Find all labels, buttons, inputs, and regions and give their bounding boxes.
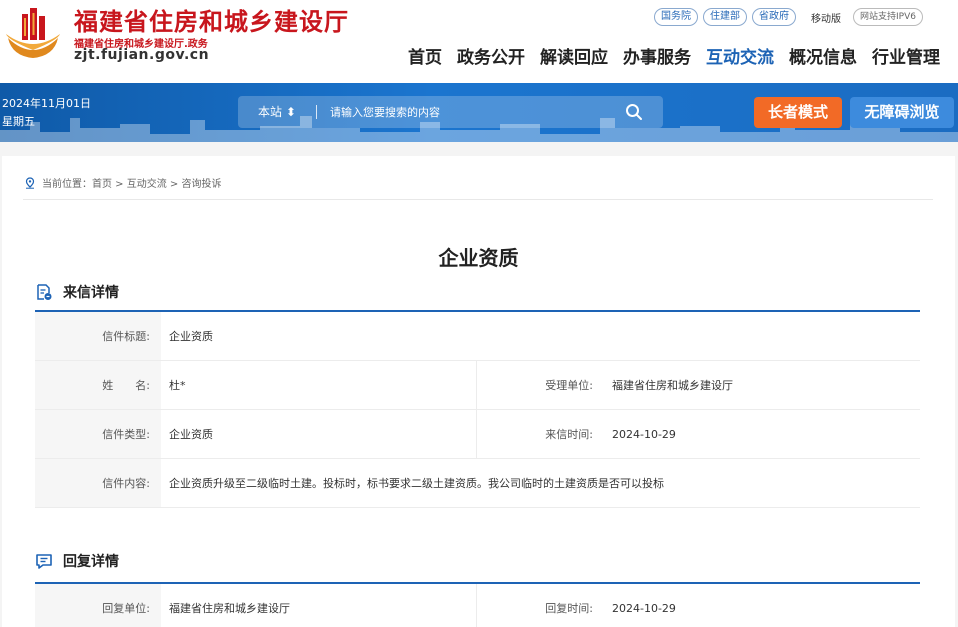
page-title: 企业资质 [438, 246, 519, 270]
type-value: 企业资质 [161, 410, 477, 458]
date-text: 2024年11月01日 [2, 97, 91, 110]
weekday-text: 星期五 [2, 115, 35, 128]
time-label: 来信时间: [477, 410, 604, 458]
logo-icon[interactable] [4, 4, 62, 60]
letter-row-name: 姓 名: 杜* 受理单位: 福建省住房和城乡建设厅 [35, 361, 920, 410]
nav-home[interactable]: 首页 [408, 43, 442, 68]
reply-time-value: 2024-10-29 [612, 602, 676, 615]
ipv6-badge: 网站支持IPV6 [853, 8, 923, 26]
search-box: 本站 ⬍ [238, 96, 663, 128]
search-divider [316, 105, 317, 119]
search-scope-select[interactable]: 本站 ⬍ [258, 96, 296, 128]
name-label: 姓 名: [35, 361, 161, 409]
site-title[interactable]: 福建省住房和城乡建设厅 [74, 2, 349, 37]
subject-label: 信件标题: [35, 312, 161, 360]
search-icon[interactable] [625, 103, 643, 121]
nav-services[interactable]: 办事服务 [623, 43, 691, 68]
subject-value: 企业资质 [169, 330, 213, 343]
content-value: 企业资质升级至二级临时土建。投标时，标书要求二级土建资质。我公司临时的土建资质是… [169, 477, 664, 490]
letter-detail-table: 信件标题: 企业资质 姓 名: 杜* 受理单位: 福建省住房和城乡建设厅 信件类… [35, 312, 920, 508]
name-value: 杜* [161, 361, 477, 409]
nav-industry[interactable]: 行业管理 [872, 43, 940, 68]
site-header: 福建省住房和城乡建设厅 福建省住房和城乡建设厅.政务 zjt.fujian.go… [0, 0, 958, 83]
search-banner: 2024年11月01日 星期五 本站 ⬍ 长者模式 无障碍浏览 [0, 83, 958, 142]
reply-unit-value: 福建省住房和城乡建设厅 [161, 584, 477, 627]
top-link-province[interactable]: 省政府 [752, 8, 796, 26]
letter-row-subject: 信件标题: 企业资质 [35, 312, 920, 361]
chat-icon [36, 554, 52, 569]
top-links: 国务院 住建部 省政府 移动版 网站支持IPV6 [654, 8, 923, 26]
letter-row-type: 信件类型: 企业资质 来信时间: 2024-10-29 [35, 410, 920, 459]
content-label: 信件内容: [35, 459, 161, 507]
letter-section-header: 来信详情 [35, 282, 119, 302]
date-display: 2024年11月01日 星期五 [2, 95, 91, 131]
top-link-state-council[interactable]: 国务院 [654, 8, 698, 26]
unit-value: 福建省住房和城乡建设厅 [612, 379, 733, 392]
unit-label: 受理单位: [477, 361, 604, 409]
site-url: zjt.fujian.gov.cn [74, 47, 210, 63]
letter-section-title: 来信详情 [63, 285, 119, 301]
type-label: 信件类型: [35, 410, 161, 458]
reply-row-unit: 回复单位: 福建省住房和城乡建设厅 回复时间: 2024-10-29 [35, 584, 920, 627]
main-nav: 首页 政务公开 解读回应 办事服务 互动交流 概况信息 行业管理 [408, 43, 940, 68]
breadcrumb-divider [23, 199, 933, 200]
content-card: 当前位置：首页 > 互动交流 > 咨询投诉 企业资质 来信详情 信件标题: 企业… [2, 156, 955, 627]
reply-section-header: 回复详情 [35, 551, 119, 571]
search-input[interactable] [330, 101, 610, 123]
mobile-version-link[interactable]: 移动版 [811, 10, 841, 25]
accessible-browse-button[interactable]: 无障碍浏览 [850, 97, 954, 128]
nav-interpretation[interactable]: 解读回应 [540, 43, 608, 68]
nav-gov-affairs[interactable]: 政务公开 [457, 43, 525, 68]
reply-unit-label: 回复单位: [35, 584, 161, 627]
reply-detail-table: 回复单位: 福建省住房和城乡建设厅 回复时间: 2024-10-29 [35, 584, 920, 627]
document-icon [37, 284, 52, 300]
nav-interaction[interactable]: 互动交流 [706, 43, 774, 68]
reply-time-label: 回复时间: [477, 584, 604, 627]
top-link-mohurd[interactable]: 住建部 [703, 8, 747, 26]
location-pin-icon [25, 176, 35, 189]
breadcrumb-text[interactable]: 当前位置：首页 > 互动交流 > 咨询投诉 [42, 175, 221, 190]
letter-row-content: 信件内容: 企业资质升级至二级临时土建。投标时，标书要求二级土建资质。我公司临时… [35, 459, 920, 508]
elder-mode-button[interactable]: 长者模式 [754, 97, 842, 128]
reply-section-title: 回复详情 [63, 554, 119, 570]
nav-overview[interactable]: 概况信息 [789, 43, 857, 68]
time-value: 2024-10-29 [612, 428, 676, 441]
breadcrumb: 当前位置：首页 > 互动交流 > 咨询投诉 [24, 175, 221, 190]
